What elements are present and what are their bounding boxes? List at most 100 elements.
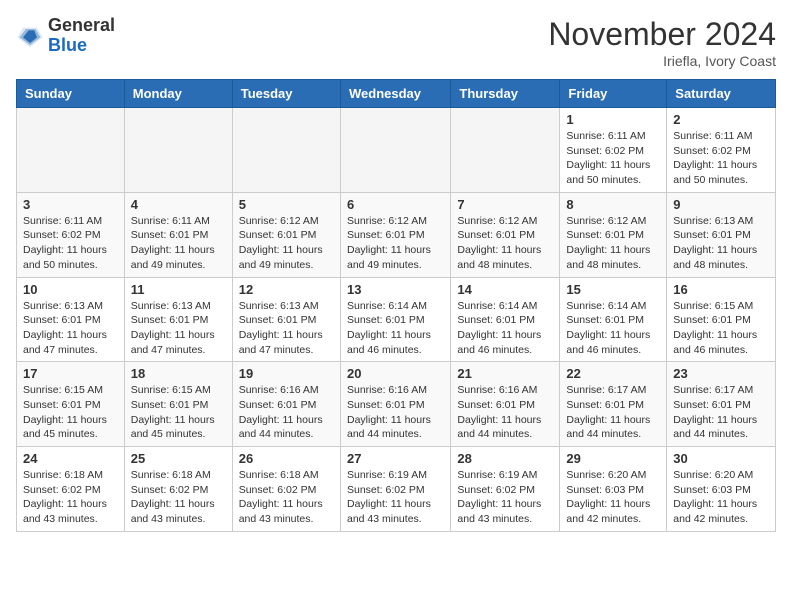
day-of-week-header: Friday [560,80,667,108]
day-number: 13 [347,282,444,297]
day-info: Sunrise: 6:15 AMSunset: 6:01 PMDaylight:… [131,383,226,442]
calendar-day-cell: 16Sunrise: 6:15 AMSunset: 6:01 PMDayligh… [667,277,776,362]
logo-text: General Blue [48,16,115,56]
day-info: Sunrise: 6:16 AMSunset: 6:01 PMDaylight:… [239,383,334,442]
day-number: 4 [131,197,226,212]
day-of-week-header: Wednesday [340,80,450,108]
calendar-day-cell: 8 Sunrise: 6:12 AMSunset: 6:01 PMDaylight… [560,192,667,277]
day-number: 1 [566,112,660,127]
calendar-day-cell: 10Sunrise: 6:13 AMSunset: 6:01 PMDayligh… [17,277,125,362]
calendar-day-cell [451,108,560,193]
day-info: Sunrise: 6:12 AMSunset: 6:01 PMDaylight:… [239,214,334,273]
location: Iriefla, Ivory Coast [548,53,776,69]
day-info: Sunrise: 6:18 AMSunset: 6:02 PMDaylight:… [239,468,334,527]
calendar-day-cell: 13 Sunrise: 6:14 AMSunset: 6:01 PMDayligh… [340,277,450,362]
calendar-day-cell: 9 Sunrise: 6:13 AMSunset: 6:01 PMDaylight… [667,192,776,277]
calendar-day-cell: 18 Sunrise: 6:15 AMSunset: 6:01 PMDayligh… [124,362,232,447]
calendar-day-cell: 25Sunrise: 6:18 AMSunset: 6:02 PMDayligh… [124,447,232,532]
calendar-header: SundayMondayTuesdayWednesdayThursdayFrid… [17,80,776,108]
day-info: Sunrise: 6:15 AMSunset: 6:01 PMDaylight:… [23,383,118,442]
day-info: Sunrise: 6:20 AMSunset: 6:03 PMDaylight:… [673,468,769,527]
day-number: 5 [239,197,334,212]
calendar-week-row: 17 Sunrise: 6:15 AMSunset: 6:01 PMDayligh… [17,362,776,447]
day-info: Sunrise: 6:13 AMSunset: 6:01 PMDaylight:… [131,299,226,358]
calendar-day-cell: 22Sunrise: 6:17 AMSunset: 6:01 PMDayligh… [560,362,667,447]
calendar-day-cell: 28 Sunrise: 6:19 AMSunset: 6:02 PMDayligh… [451,447,560,532]
logo-icon [16,22,44,50]
calendar-table: SundayMondayTuesdayWednesdayThursdayFrid… [16,79,776,532]
calendar-day-cell: 15 Sunrise: 6:14 AMSunset: 6:01 PMDayligh… [560,277,667,362]
calendar-day-cell: 1Sunrise: 6:11 AMSunset: 6:02 PMDaylight… [560,108,667,193]
day-info: Sunrise: 6:14 AMSunset: 6:01 PMDaylight:… [566,299,660,358]
day-number: 11 [131,282,226,297]
calendar-day-cell: 2Sunrise: 6:11 AMSunset: 6:02 PMDaylight… [667,108,776,193]
day-info: Sunrise: 6:16 AMSunset: 6:01 PMDaylight:… [347,383,444,442]
day-number: 27 [347,451,444,466]
calendar-day-cell: 27 Sunrise: 6:19 AMSunset: 6:02 PMDayligh… [340,447,450,532]
calendar-day-cell: 29Sunrise: 6:20 AMSunset: 6:03 PMDayligh… [560,447,667,532]
calendar-day-cell: 21Sunrise: 6:16 AMSunset: 6:01 PMDayligh… [451,362,560,447]
day-number: 20 [347,366,444,381]
day-number: 28 [457,451,553,466]
day-number: 23 [673,366,769,381]
calendar-day-cell: 30 Sunrise: 6:20 AMSunset: 6:03 PMDayligh… [667,447,776,532]
calendar-day-cell [124,108,232,193]
logo-blue: Blue [48,36,115,56]
day-info: Sunrise: 6:12 AMSunset: 6:01 PMDaylight:… [566,214,660,273]
day-info: Sunrise: 6:19 AMSunset: 6:02 PMDaylight:… [457,468,553,527]
day-info: Sunrise: 6:11 AMSunset: 6:02 PMDaylight:… [23,214,118,273]
month-title: November 2024 [548,16,776,53]
day-number: 15 [566,282,660,297]
day-info: Sunrise: 6:16 AMSunset: 6:01 PMDaylight:… [457,383,553,442]
calendar-day-cell: 4 Sunrise: 6:11 AMSunset: 6:01 PMDaylight… [124,192,232,277]
page-header: General Blue November 2024 Iriefla, Ivor… [16,16,776,69]
day-of-week-header: Tuesday [232,80,340,108]
title-block: November 2024 Iriefla, Ivory Coast [548,16,776,69]
day-number: 26 [239,451,334,466]
day-info: Sunrise: 6:11 AMSunset: 6:01 PMDaylight:… [131,214,226,273]
calendar-day-cell: 17 Sunrise: 6:15 AMSunset: 6:01 PMDayligh… [17,362,125,447]
calendar-day-cell: 7Sunrise: 6:12 AMSunset: 6:01 PMDaylight… [451,192,560,277]
day-info: Sunrise: 6:13 AMSunset: 6:01 PMDaylight:… [673,214,769,273]
day-number: 17 [23,366,118,381]
calendar-week-row: 1Sunrise: 6:11 AMSunset: 6:02 PMDaylight… [17,108,776,193]
day-info: Sunrise: 6:15 AMSunset: 6:01 PMDaylight:… [673,299,769,358]
header-row: SundayMondayTuesdayWednesdayThursdayFrid… [17,80,776,108]
day-number: 18 [131,366,226,381]
day-info: Sunrise: 6:13 AMSunset: 6:01 PMDaylight:… [239,299,334,358]
calendar-day-cell: 19 Sunrise: 6:16 AMSunset: 6:01 PMDayligh… [232,362,340,447]
day-info: Sunrise: 6:18 AMSunset: 6:02 PMDaylight:… [23,468,118,527]
day-of-week-header: Sunday [17,80,125,108]
day-number: 30 [673,451,769,466]
calendar-week-row: 3 Sunrise: 6:11 AMSunset: 6:02 PMDaylight… [17,192,776,277]
day-info: Sunrise: 6:12 AMSunset: 6:01 PMDaylight:… [457,214,553,273]
calendar-day-cell: 14 Sunrise: 6:14 AMSunset: 6:01 PMDayligh… [451,277,560,362]
logo: General Blue [16,16,115,56]
calendar-day-cell: 12 Sunrise: 6:13 AMSunset: 6:01 PMDayligh… [232,277,340,362]
day-info: Sunrise: 6:17 AMSunset: 6:01 PMDaylight:… [566,383,660,442]
calendar-day-cell: 5 Sunrise: 6:12 AMSunset: 6:01 PMDaylight… [232,192,340,277]
calendar-week-row: 10Sunrise: 6:13 AMSunset: 6:01 PMDayligh… [17,277,776,362]
day-number: 19 [239,366,334,381]
calendar-day-cell: 6Sunrise: 6:12 AMSunset: 6:01 PMDaylight… [340,192,450,277]
day-info: Sunrise: 6:14 AMSunset: 6:01 PMDaylight:… [347,299,444,358]
calendar-day-cell: 11 Sunrise: 6:13 AMSunset: 6:01 PMDayligh… [124,277,232,362]
calendar-day-cell [17,108,125,193]
day-number: 24 [23,451,118,466]
day-number: 8 [566,197,660,212]
logo-general: General [48,16,115,36]
day-number: 9 [673,197,769,212]
day-info: Sunrise: 6:17 AMSunset: 6:01 PMDaylight:… [673,383,769,442]
day-info: Sunrise: 6:18 AMSunset: 6:02 PMDaylight:… [131,468,226,527]
day-info: Sunrise: 6:19 AMSunset: 6:02 PMDaylight:… [347,468,444,527]
day-number: 3 [23,197,118,212]
day-info: Sunrise: 6:14 AMSunset: 6:01 PMDaylight:… [457,299,553,358]
calendar-body: 1 Sunrise: 6:11 AMSunset: 6:02 PMDaylight… [17,108,776,532]
day-of-week-header: Monday [124,80,232,108]
day-info: Sunrise: 6:13 AMSunset: 6:01 PMDaylight:… [23,299,118,358]
day-number: 2 [673,112,769,127]
day-number: 14 [457,282,553,297]
day-info: Sunrise: 6:20 AMSunset: 6:03 PMDaylight:… [566,468,660,527]
day-number: 12 [239,282,334,297]
calendar-day-cell: 3 Sunrise: 6:11 AMSunset: 6:02 PMDaylight… [17,192,125,277]
